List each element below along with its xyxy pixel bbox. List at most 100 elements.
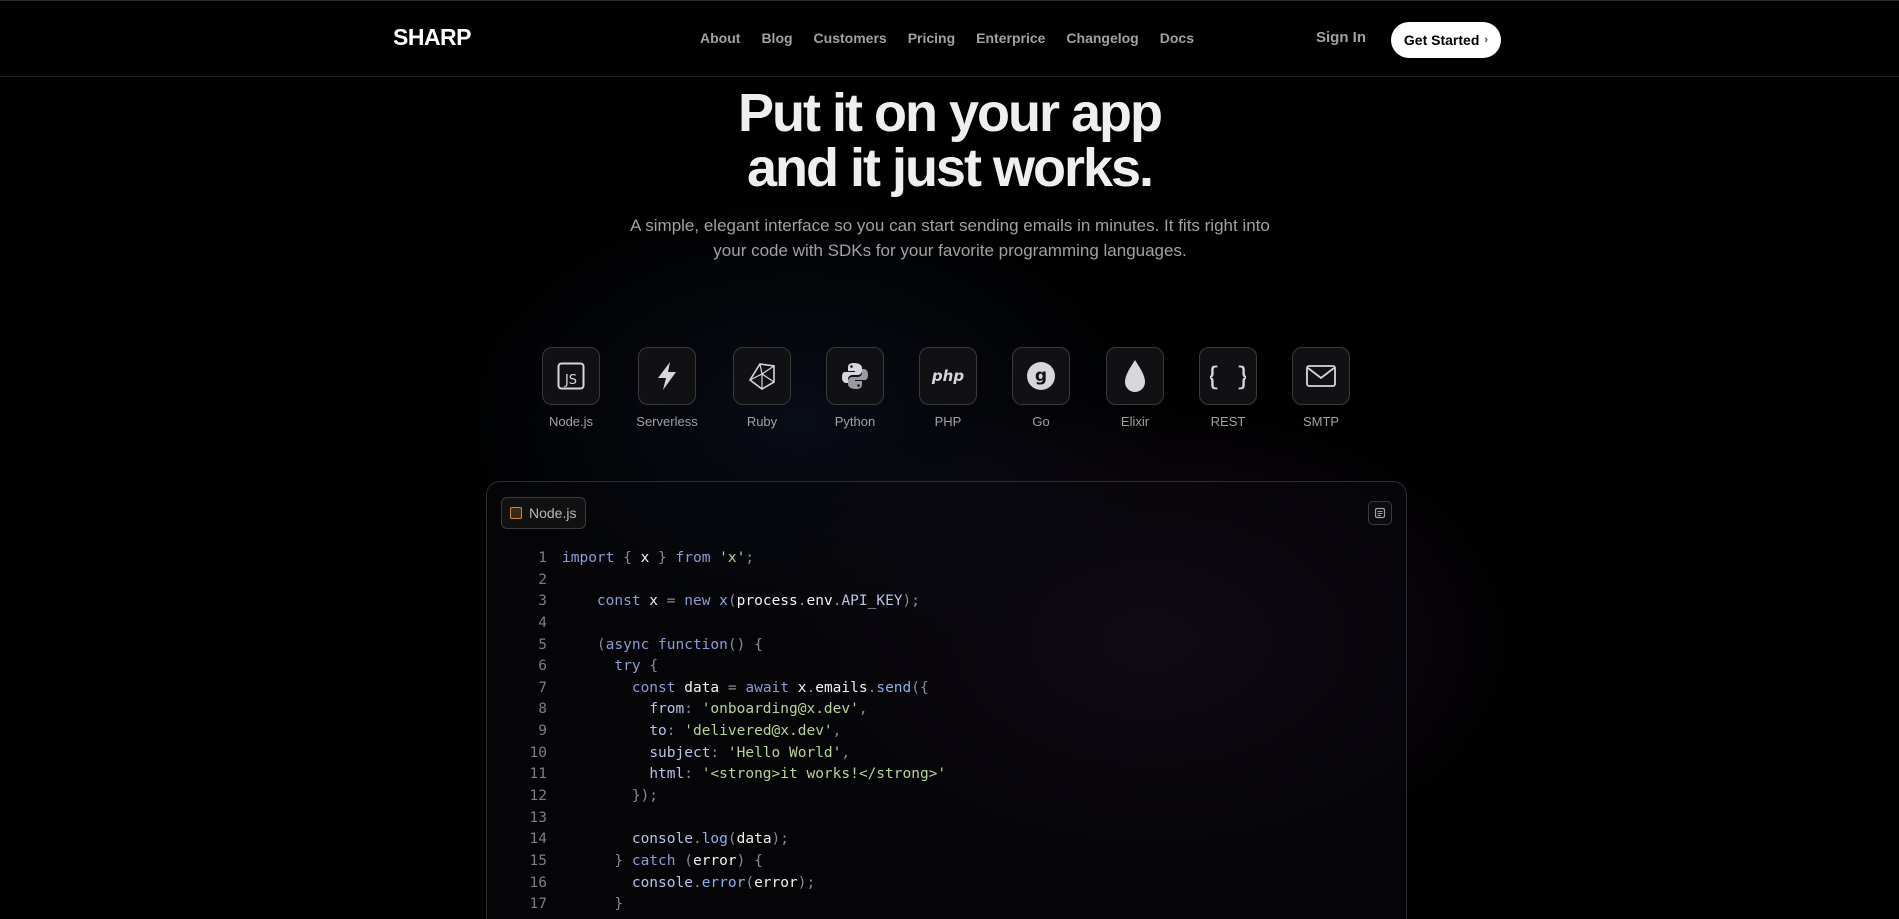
- chevron-right-icon: ›: [1484, 34, 1489, 46]
- sdk-label: REST: [1210, 414, 1246, 429]
- sdk-label: Python: [834, 414, 876, 429]
- line-number: 9: [538, 723, 547, 740]
- code-text: console.error(error);: [631, 874, 816, 891]
- sdk-tile: [733, 347, 791, 405]
- svg-text:JS: JS: [564, 373, 577, 388]
- lightning-icon: [658, 362, 676, 390]
- code-text: to: 'delivered@x.dev',: [649, 723, 842, 740]
- line-number: 3: [538, 593, 547, 610]
- line-number: 10: [529, 744, 547, 761]
- sdk-tile: [1292, 347, 1350, 405]
- elixir-drop-icon: [1125, 360, 1145, 392]
- sdk-label: Go: [1032, 414, 1050, 429]
- code-line: 15 } catch (error) {: [513, 851, 946, 873]
- sdk-tile: { }: [1199, 347, 1257, 405]
- tab-nodejs[interactable]: Node.js: [501, 497, 587, 529]
- sdk-tile: g: [1012, 347, 1070, 405]
- sdk-label: PHP: [934, 414, 962, 429]
- sdk-nodejs[interactable]: JS Node.js: [526, 347, 616, 429]
- code-line: 13: [513, 808, 946, 830]
- code-text: console.log(data);: [631, 831, 790, 848]
- nav-link-enterprice[interactable]: Enterprice: [976, 30, 1045, 46]
- line-number: 6: [538, 658, 547, 675]
- get-started-button[interactable]: Get Started ›: [1391, 22, 1501, 58]
- code-line: 12 });: [513, 786, 946, 808]
- code-text: const x = new x(process.env.API_KEY);: [596, 593, 921, 610]
- svg-text:php: php: [931, 367, 964, 385]
- code-text: const data = await x.emails.send({: [631, 679, 929, 696]
- sdk-tile: [638, 347, 696, 405]
- nav-link-pricing[interactable]: Pricing: [908, 30, 955, 46]
- code-text: try {: [614, 658, 659, 675]
- top-nav: SHARP About Blog Customers Pricing Enter…: [0, 0, 1899, 77]
- go-icon: g: [1027, 362, 1055, 390]
- sdk-go[interactable]: g Go: [996, 347, 1086, 429]
- hero-subtitle: A simple, elegant interface so you can s…: [630, 216, 1270, 260]
- code-text: });: [562, 788, 659, 805]
- code-text: }: [562, 896, 624, 913]
- code-line: 11 html: '<strong>it works!</strong>': [513, 764, 947, 786]
- line-number: 7: [538, 679, 547, 696]
- code-text: } catch (error) {: [562, 852, 763, 869]
- logo[interactable]: SHARP: [393, 24, 472, 51]
- line-number: 14: [529, 831, 547, 848]
- nav-link-customers[interactable]: Customers: [814, 30, 887, 46]
- sign-in-link[interactable]: Sign In: [1316, 29, 1366, 46]
- code-line: 4: [513, 613, 946, 635]
- get-started-label: Get Started: [1403, 32, 1480, 48]
- copy-button[interactable]: [1368, 501, 1392, 525]
- line-number: 16: [529, 874, 547, 891]
- envelope-icon: [1306, 365, 1336, 387]
- sdk-tile: JS: [542, 347, 600, 405]
- nav-link-about[interactable]: About: [700, 30, 740, 46]
- code-line: 8 from: 'onboarding@x.dev',: [513, 699, 946, 721]
- sdk-elixir[interactable]: Elixir: [1090, 347, 1180, 429]
- nav-link-docs[interactable]: Docs: [1160, 30, 1194, 46]
- line-number: 4: [538, 614, 547, 631]
- code-text: from: 'onboarding@x.dev',: [649, 701, 868, 718]
- page: SHARP About Blog Customers Pricing Enter…: [0, 0, 1899, 919]
- sdk-label: Elixir: [1120, 414, 1150, 429]
- svg-text:g: g: [1035, 366, 1047, 386]
- sdk-label: Serverless: [636, 414, 698, 429]
- nodejs-tab-icon: [510, 507, 522, 519]
- sdk-python[interactable]: Python: [810, 347, 900, 429]
- code-text: import { x } from 'x';: [562, 550, 755, 566]
- hero-title: Put it on your app and it just works.: [0, 86, 1899, 196]
- nodejs-icon: JS: [557, 362, 585, 390]
- line-number: 15: [529, 852, 547, 869]
- php-icon: php: [931, 367, 964, 385]
- hero-title-line-1: Put it on your app: [738, 83, 1163, 143]
- code-text: subject: 'Hello World',: [649, 744, 851, 761]
- code-line: 16 console.error(error);: [513, 873, 946, 895]
- sdk-label: Node.js: [548, 414, 594, 429]
- copy-icon: [1374, 507, 1386, 519]
- hero-title-line-2: and it just works.: [746, 138, 1154, 198]
- code-text: (async function() {: [562, 636, 763, 653]
- code-text: html: '<strong>it works!</strong>': [649, 766, 947, 783]
- code-line: 17 }: [513, 894, 946, 916]
- sdk-tile: php: [919, 347, 977, 405]
- sdk-tile: [826, 347, 884, 405]
- tab-label: Node.js: [529, 505, 577, 521]
- sdk-rest[interactable]: { } REST: [1183, 347, 1273, 429]
- code-line: 7 const data = await x.emails.send({: [513, 678, 946, 700]
- sdk-ruby[interactable]: Ruby: [717, 347, 807, 429]
- nav-link-changelog[interactable]: Changelog: [1066, 30, 1138, 46]
- code-line: 1 import { x } from 'x';: [513, 548, 946, 570]
- sdk-smtp[interactable]: SMTP: [1276, 347, 1366, 429]
- code-line: 2: [513, 570, 946, 592]
- code-line: 6 try {: [513, 656, 946, 678]
- code-line: 5 (async function() {: [513, 635, 946, 657]
- line-number: 17: [529, 896, 547, 913]
- line-number: 2: [538, 571, 547, 588]
- line-number: 5: [538, 636, 547, 653]
- line-number: 11: [529, 766, 547, 783]
- nav-link-blog[interactable]: Blog: [761, 30, 792, 46]
- line-number: 12: [529, 788, 547, 805]
- code-block: 1 import { x } from 'x'; 2 3 const x = new …: [513, 548, 947, 916]
- line-number: 13: [529, 809, 547, 826]
- sdk-php[interactable]: php PHP: [903, 347, 993, 429]
- sdk-serverless[interactable]: Serverless: [622, 347, 712, 429]
- code-line: 9 to: 'delivered@x.dev',: [513, 721, 946, 743]
